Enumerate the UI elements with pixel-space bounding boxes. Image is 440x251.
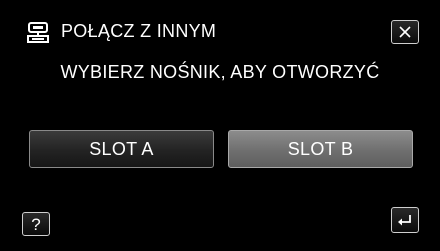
return-icon bbox=[398, 215, 411, 226]
help-button[interactable]: ? bbox=[22, 212, 50, 236]
slot-a-label: SLOT A bbox=[89, 138, 154, 159]
connect-other-screen: POŁĄCZ Z INNYM WYBIERZ NOŚNIK, ABY OTWOR… bbox=[0, 0, 440, 251]
slot-b-button[interactable]: SLOT B bbox=[228, 130, 413, 168]
slot-b-label: SLOT B bbox=[287, 138, 354, 159]
close-button[interactable] bbox=[391, 20, 419, 44]
usb-connect-icon bbox=[25, 20, 51, 46]
slot-a-button[interactable]: SLOT A bbox=[29, 130, 214, 168]
question-icon: ? bbox=[31, 214, 41, 234]
instruction-text: WYBIERZ NOŚNIK, ABY OTWORZYĆ bbox=[60, 62, 380, 82]
close-icon bbox=[399, 26, 411, 38]
page-title: POŁĄCZ Z INNYM bbox=[61, 21, 217, 41]
back-button[interactable] bbox=[391, 207, 419, 233]
